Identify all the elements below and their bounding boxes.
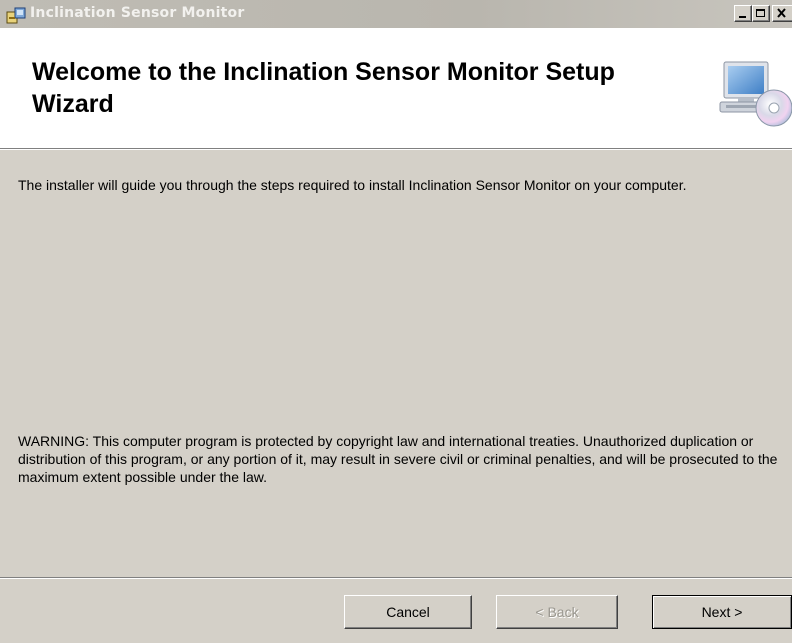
wizard-heading: Welcome to the Inclination Sensor Monito…	[32, 58, 615, 118]
intro-text: The installer will guide you through the…	[18, 177, 687, 193]
back-button[interactable]: < Back	[496, 595, 618, 629]
setup-wizard-window: Inclination Sensor Monitor Welcome to th…	[0, 0, 792, 643]
computer-with-cd-icon	[718, 56, 792, 130]
button-bar-divider	[0, 577, 792, 579]
copyright-warning-text: WARNING: This computer program is protec…	[18, 433, 778, 485]
maximize-button[interactable]	[752, 5, 770, 22]
installer-package-icon	[6, 5, 26, 25]
close-icon	[777, 8, 786, 18]
banner-divider	[0, 148, 792, 150]
window-title: Inclination Sensor Monitor	[30, 5, 245, 21]
minimize-icon	[739, 16, 746, 18]
next-button[interactable]: Next >	[652, 595, 792, 629]
maximize-icon	[756, 9, 765, 17]
cancel-button[interactable]: Cancel	[344, 595, 472, 629]
title-bar[interactable]: Inclination Sensor Monitor	[0, 0, 792, 28]
minimize-button[interactable]	[734, 5, 752, 22]
close-button[interactable]	[772, 5, 792, 22]
wizard-banner: Welcome to the Inclination Sensor Monito…	[0, 28, 792, 148]
